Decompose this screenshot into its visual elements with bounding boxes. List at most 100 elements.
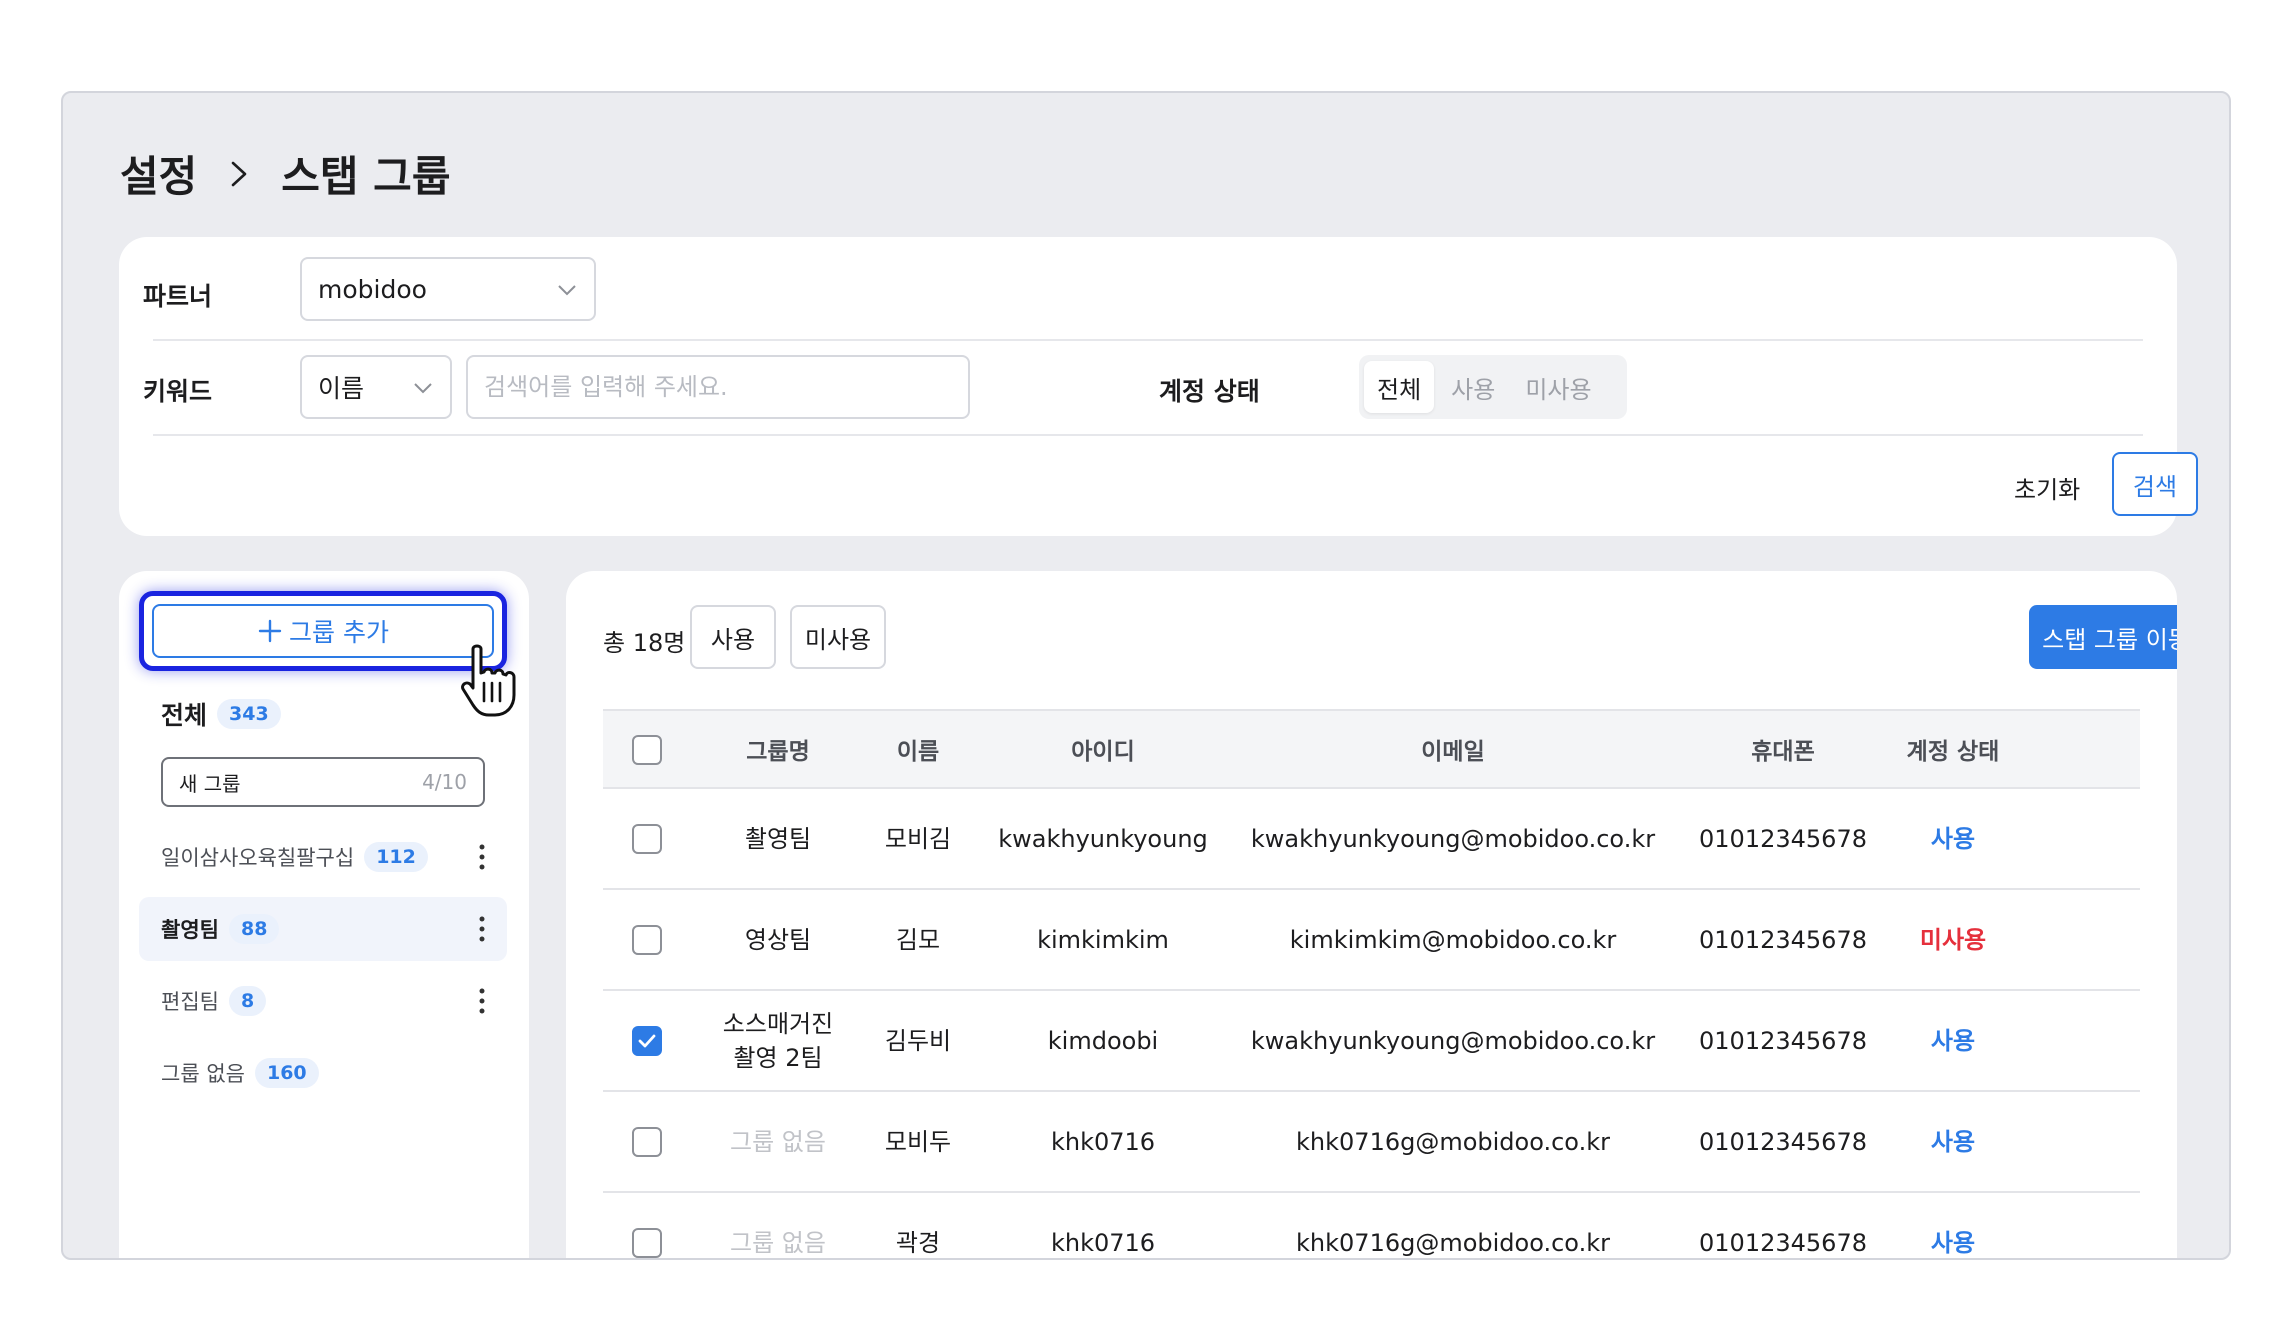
row-checkbox[interactable] [632, 925, 662, 955]
more-vertical-icon[interactable] [479, 987, 485, 1015]
cell-status: 미사용 [1919, 925, 1987, 954]
column-header[interactable]: 아이디 [983, 711, 1223, 787]
status-option-unused[interactable]: 미사용 [1512, 361, 1604, 413]
column-header[interactable]: 이메일 [1223, 711, 1683, 787]
table-row[interactable]: 영상팀 김모 kimkimkim kimkimkim@mobidoo.co.kr… [603, 890, 2140, 991]
filter-use-button[interactable]: 사용 [690, 605, 776, 669]
cell-phone: 01012345678 [1699, 824, 1867, 853]
cell-group: 소스매거진 촬영 2팀 [703, 991, 853, 1090]
group-item-none[interactable]: 그룹 없음 160 [139, 1041, 507, 1105]
new-group-counter: 4/10 [422, 770, 467, 794]
column-header[interactable]: 그룹명 [703, 711, 853, 787]
group-item-count: 8 [228, 986, 267, 1016]
total-count: 총 18명 [603, 629, 686, 657]
more-vertical-icon[interactable] [479, 915, 485, 943]
cell-status: 사용 [1930, 1127, 1976, 1156]
cell-phone: 01012345678 [1699, 1127, 1867, 1156]
table-row[interactable]: 소스매거진 촬영 2팀 김두비 kimdoobi kwakhyunkyoung@… [603, 991, 2140, 1092]
row-checkbox[interactable] [632, 1127, 662, 1157]
cell-group-line2: 촬영 2팀 [733, 1043, 823, 1072]
cell-phone: 01012345678 [1699, 1026, 1867, 1055]
divider [153, 339, 2143, 341]
filter-panel: 파트너 mobidoo 키워드 이름 계정 상태 전체 사용 미사용 초기화 검… [119, 237, 2198, 536]
account-status-label: 계정 상태 [1159, 377, 1260, 406]
group-item-count: 88 [228, 914, 280, 944]
cell-name: 김모 [895, 925, 941, 954]
keyword-label: 키워드 [143, 377, 213, 406]
chevron-right-icon [219, 154, 259, 194]
search-button[interactable]: 검색 [2112, 452, 2198, 516]
chevron-down-icon [558, 285, 576, 296]
select-all-checkbox[interactable] [632, 735, 662, 765]
add-group-button[interactable]: 그룹 추가 [152, 604, 494, 658]
group-item-count: 160 [254, 1058, 319, 1088]
filter-unused-button[interactable]: 미사용 [790, 605, 886, 669]
row-checkbox[interactable] [632, 1228, 662, 1258]
status-option-use[interactable]: 사용 [1438, 361, 1508, 413]
more-vertical-icon[interactable] [479, 843, 485, 871]
cell-email: kimkimkim@mobidoo.co.kr [1289, 925, 1617, 954]
cell-email: khk0716g@mobidoo.co.kr [1296, 1228, 1610, 1257]
cell-email: kwakhyunkyoung@mobidoo.co.kr [1250, 824, 1656, 853]
group-all[interactable]: 전체 343 [161, 696, 281, 732]
cell-status: 사용 [1930, 824, 1976, 853]
cell-name: 곽경 [895, 1228, 941, 1257]
cell-group-line1: 소스매거진 [722, 1009, 834, 1038]
group-item-name: 일이삼사오육칠팔구십 [161, 846, 355, 870]
cell-id: kimkimkim [1037, 925, 1169, 954]
cell-phone: 01012345678 [1699, 925, 1867, 954]
breadcrumb-parent[interactable]: 설정 [120, 143, 197, 204]
cell-id: khk0716 [1050, 1127, 1156, 1156]
partner-select[interactable]: mobidoo [300, 257, 596, 321]
add-group-highlight: 그룹 추가 [139, 591, 507, 671]
group-all-count: 343 [217, 699, 281, 729]
cell-email: khk0716g@mobidoo.co.kr [1296, 1127, 1610, 1156]
partner-label: 파트너 [143, 282, 213, 311]
plus-icon [258, 619, 282, 643]
reset-button[interactable]: 초기화 [2014, 470, 2080, 505]
chevron-down-icon [414, 383, 432, 394]
cell-id: kwakhyunkyoung [998, 824, 1208, 853]
cell-group: 촬영팀 [744, 824, 812, 853]
cell-name: 모비김 [884, 824, 952, 853]
cell-id: khk0716 [1050, 1228, 1156, 1257]
cell-status: 사용 [1930, 1228, 1976, 1257]
add-group-label: 그룹 추가 [289, 618, 389, 647]
keyword-search-input[interactable] [466, 355, 970, 419]
cell-phone: 01012345678 [1699, 1228, 1867, 1257]
group-item-selected[interactable]: 촬영팀 88 [139, 897, 507, 961]
cell-name: 모비두 [884, 1127, 952, 1156]
new-group-input[interactable]: 새 그룹 4/10 [161, 757, 485, 807]
cell-name: 김두비 [884, 1026, 952, 1055]
hand-pointer-icon [461, 644, 516, 717]
table-row[interactable]: 그룹 없음 모비두 khk0716 khk0716g@mobidoo.co.kr… [603, 1092, 2140, 1193]
group-item[interactable]: 일이삼사오육칠팔구십 112 [139, 825, 507, 889]
keyword-type-value: 이름 [318, 374, 365, 403]
row-checkbox[interactable] [632, 824, 662, 854]
group-sidebar: 그룹 추가 전체 343 새 그룹 4/10 일이삼사오육칠팔구십 112 촬영… [119, 571, 529, 1258]
partner-select-value: mobidoo [318, 274, 427, 304]
keyword-type-select[interactable]: 이름 [300, 355, 452, 419]
staff-table-panel: 총 18명 사용 미사용 스탭 그룹 이동 그룹명 이름 아이디 이메일 휴대폰… [566, 571, 2177, 1258]
cell-id: kimdoobi [1047, 1026, 1159, 1055]
group-item-count: 112 [364, 842, 428, 872]
cell-group: 그룹 없음 [730, 1127, 826, 1156]
checkmark-icon [638, 1034, 656, 1048]
group-item-name: 촬영팀 [161, 918, 219, 942]
move-staff-group-button[interactable]: 스탭 그룹 이동 [2029, 605, 2177, 669]
column-header[interactable]: 계정 상태 [1883, 711, 2023, 787]
group-item-name: 그룹 없음 [161, 1062, 245, 1086]
page-title: 스탭 그룹 [281, 152, 451, 201]
table-header: 그룹명 이름 아이디 이메일 휴대폰 계정 상태 [603, 709, 2140, 789]
table-row[interactable]: 촬영팀 모비김 kwakhyunkyoung kwakhyunkyoung@mo… [603, 789, 2140, 890]
row-checkbox-checked[interactable] [632, 1026, 662, 1056]
cell-group: 그룹 없음 [730, 1228, 826, 1257]
breadcrumb: 설정 스탭 그룹 [120, 143, 450, 204]
group-item[interactable]: 편집팀 8 [139, 969, 507, 1033]
group-all-label: 전체 [161, 701, 208, 730]
account-status-segmented: 전체 사용 미사용 [1359, 355, 1627, 419]
table-row[interactable]: 그룹 없음 곽경 khk0716 khk0716g@mobidoo.co.kr … [603, 1193, 2140, 1258]
status-option-all[interactable]: 전체 [1364, 361, 1435, 413]
column-header[interactable]: 휴대폰 [1683, 711, 1883, 787]
column-header[interactable]: 이름 [853, 711, 983, 787]
